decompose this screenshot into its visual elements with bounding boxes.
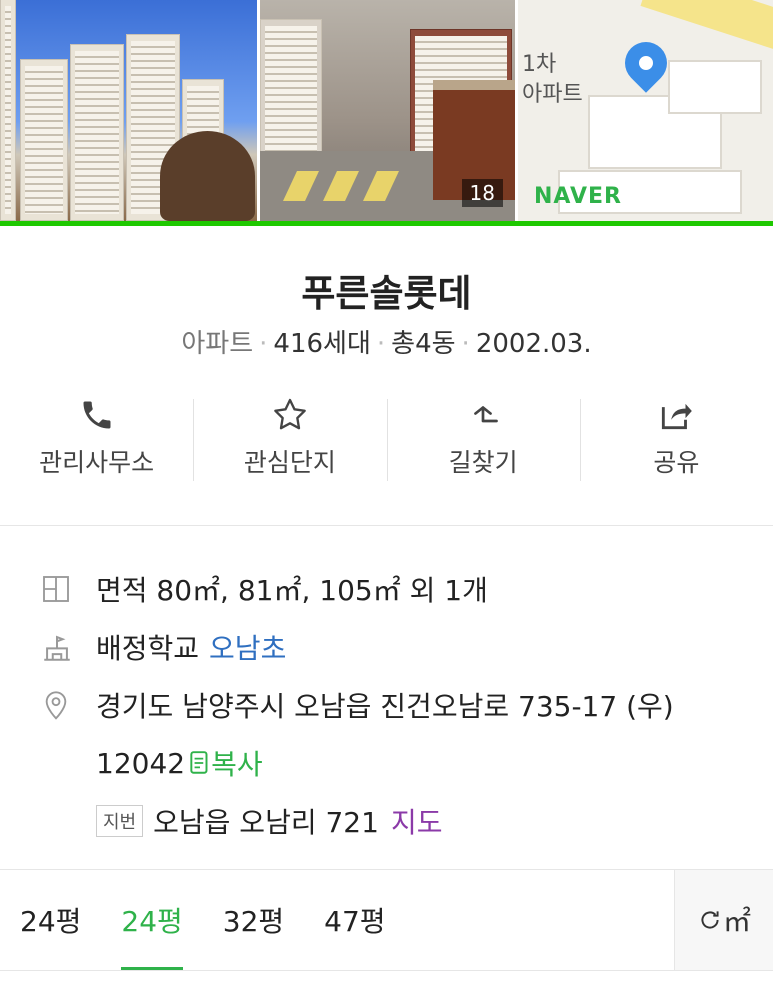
household-count: 416세대 [273, 329, 371, 359]
favorite-button[interactable]: 관심단지 [193, 395, 386, 485]
directions-label: 길찾기 [448, 448, 518, 477]
copy-icon [190, 751, 208, 774]
photo-gallery: 18 1차 아파트 NAVER [0, 0, 773, 226]
map-place-label: 1차 아파트 [522, 52, 583, 107]
share-button[interactable]: 공유 [579, 395, 773, 485]
copy-label: 복사 [211, 748, 263, 781]
jibun-row: 지번 오남읍 오남리 721 지도 [40, 792, 773, 850]
unit-toggle-button[interactable]: ㎡ [674, 870, 773, 970]
complex-type: 아파트 [181, 329, 254, 359]
postcode: 12042 [96, 746, 186, 780]
naver-logo: NAVER [534, 184, 622, 209]
map-pin-icon [616, 33, 676, 93]
share-label: 공유 [653, 448, 700, 477]
tab-size-3[interactable]: 32평 [203, 870, 304, 970]
management-office-label: 관리사무소 [39, 448, 155, 477]
directions-icon [387, 395, 580, 435]
copy-button[interactable]: 복사 [189, 743, 263, 783]
tab-size-1[interactable]: 24평 [0, 870, 101, 970]
road-address: 경기도 남양주시 오남읍 진건오남로 735-17 (우) [96, 690, 674, 723]
complex-summary: 아파트 · 416세대 · 총4동 · 2002.03. [181, 329, 592, 359]
completion-date: 2002.03. [475, 329, 592, 359]
floorplan-icon [40, 573, 96, 605]
tab-size-4[interactable]: 47평 [304, 870, 405, 970]
address-row: 경기도 남양주시 오남읍 진건오남로 735-17 (우) [40, 676, 773, 734]
school-row: 배정학교 오남초 [40, 618, 773, 676]
size-tabs: 24평 24평 32평 47평 ㎡ [0, 869, 773, 971]
location-pin-icon [40, 688, 96, 722]
school-link[interactable]: 오남초 [209, 627, 286, 667]
refresh-icon [701, 911, 719, 929]
map-link[interactable]: 지도 [391, 801, 443, 841]
photo-count-badge: 18 [461, 179, 503, 207]
jibun-address: 오남읍 오남리 721 [153, 806, 379, 839]
complex-info: 면적 80㎡, 81㎡, 105㎡ 외 1개 배정학교 오남초 경기도 남양주시… [0, 526, 773, 850]
area-text: 면적 80㎡, 81㎡, 105㎡ 외 1개 [96, 574, 488, 607]
school-label: 배정학교 [96, 632, 200, 665]
building-count: 총4동 [391, 329, 456, 359]
share-icon [580, 395, 773, 435]
apartment-photo-1[interactable] [0, 0, 257, 221]
tab-size-2[interactable]: 24평 [101, 870, 202, 970]
star-icon [193, 395, 386, 435]
management-office-button[interactable]: 관리사무소 [0, 395, 193, 485]
phone-icon [0, 395, 193, 435]
complex-name: 푸른솔롯데 [301, 272, 472, 315]
location-map-thumbnail[interactable]: 1차 아파트 NAVER [518, 0, 773, 221]
school-icon [40, 630, 96, 664]
jibun-tag: 지번 [96, 805, 144, 837]
postcode-row: 12042 복사 [40, 734, 773, 792]
apartment-photo-2[interactable]: 18 [260, 0, 515, 221]
favorite-label: 관심단지 [243, 448, 336, 477]
action-bar: 관리사무소 관심단지 길찾기 공유 [0, 395, 773, 485]
directions-button[interactable]: 길찾기 [386, 395, 580, 485]
area-row: 면적 80㎡, 81㎡, 105㎡ 외 1개 [40, 560, 773, 618]
unit-label: ㎡ [722, 905, 751, 938]
